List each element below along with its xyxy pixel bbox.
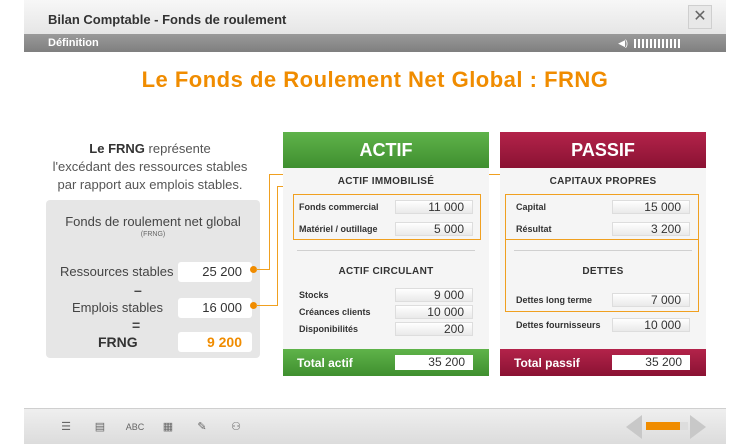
row-label: Stocks	[299, 290, 329, 300]
connector-line	[277, 186, 278, 306]
row-label: Créances clients	[299, 307, 371, 317]
table-row: Stocks 9 000	[283, 288, 489, 304]
volume-bar[interactable]	[674, 39, 676, 48]
user-icon[interactable]: ⚇	[228, 419, 244, 435]
frng-calculation-box: Fonds de roulement net global (FRNG) Res…	[46, 200, 260, 358]
definition-line2: l'excédant des ressources stables	[52, 159, 248, 174]
app-title: Bilan Comptable - Fonds de roulement	[48, 12, 287, 27]
actif-total-value: 35 200	[395, 355, 473, 370]
actif-header: ACTIF	[283, 132, 489, 168]
page-title: Le Fonds de Roulement Net Global : FRNG	[141, 67, 609, 92]
volume-bar[interactable]	[654, 39, 656, 48]
close-button[interactable]: ✕	[688, 5, 712, 29]
definition-text: Le FRNG représente l'excédant des ressou…	[34, 140, 266, 194]
table-row: Créances clients 10 000	[283, 305, 489, 321]
volume-bar[interactable]	[638, 39, 640, 48]
dettes-long-terme-highlight	[505, 240, 699, 312]
definition-line1: représente	[144, 141, 211, 156]
actif-immobilise-title: ACTIF IMMOBILISÉ	[337, 176, 435, 187]
table-row: Disponibilités 200	[283, 322, 489, 338]
table-row: Dettes fournisseurs 10 000	[500, 318, 706, 334]
section-label: Définition	[48, 37, 99, 49]
ressources-label: Ressources stables	[60, 264, 174, 279]
slide-content: Le Fonds de Roulement Net Global : FRNG …	[24, 52, 726, 408]
volume-bar[interactable]	[666, 39, 668, 48]
frng-heading: Fonds de roulement net global	[65, 214, 241, 229]
volume-bar[interactable]	[658, 39, 660, 48]
row-label: Disponibilités	[299, 324, 359, 334]
equals-sign: =	[132, 317, 141, 333]
capitaux-highlight	[505, 194, 699, 240]
volume-bar[interactable]	[650, 39, 652, 48]
row-value: 9 000	[395, 288, 473, 302]
immobilise-highlight	[293, 194, 481, 240]
progress-bar	[646, 422, 688, 430]
title-bar: Bilan Comptable - Fonds de roulement ✕	[24, 0, 726, 34]
bottom-toolbar: ☰ ▤ ABC ▦ ✎ ⚇	[24, 408, 726, 444]
definition-bold: Le FRNG	[89, 141, 145, 156]
volume-control[interactable]: ◀)	[618, 38, 680, 49]
list-icon[interactable]: ☰	[58, 419, 74, 435]
actif-circulant-title: ACTIF CIRCULANT	[338, 266, 434, 277]
actif-panel: ACTIF ACTIF IMMOBILISÉ Fonds commercial …	[283, 132, 489, 376]
ressources-value: 25 200	[178, 262, 252, 282]
frng-subheading: (FRNG)	[140, 231, 166, 238]
connector-line	[269, 174, 270, 270]
capitaux-propres-title: CAPITAUX PROPRES	[549, 176, 657, 187]
actif-total-bar: Total actif 35 200	[283, 349, 489, 376]
row-value: 10 000	[612, 318, 690, 332]
volume-bar[interactable]	[670, 39, 672, 48]
connector-line	[256, 305, 278, 306]
volume-bar[interactable]	[642, 39, 644, 48]
volume-bar[interactable]	[662, 39, 664, 48]
actif-total-label: Total actif	[297, 356, 353, 370]
emplois-value: 16 000	[178, 298, 252, 318]
frng-result-label: FRNG	[98, 334, 138, 350]
row-value: 10 000	[395, 305, 473, 319]
row-label: Dettes fournisseurs	[516, 320, 601, 330]
minus-sign: –	[134, 282, 142, 298]
speaker-icon[interactable]: ◀)	[618, 38, 628, 49]
passif-header: PASSIF	[500, 132, 706, 168]
edit-icon[interactable]: ✎	[194, 419, 210, 435]
section-bar: Définition ◀)	[24, 34, 726, 52]
volume-bar[interactable]	[634, 39, 636, 48]
abc-icon[interactable]: ABC	[124, 419, 146, 435]
volume-bar[interactable]	[678, 39, 680, 48]
previous-button[interactable]	[626, 415, 642, 439]
passif-total-value: 35 200	[612, 355, 690, 370]
volume-bar[interactable]	[646, 39, 648, 48]
passif-total-label: Total passif	[514, 356, 580, 370]
passif-total-bar: Total passif 35 200	[500, 349, 706, 376]
close-icon: ✕	[693, 8, 707, 25]
next-button[interactable]	[690, 415, 706, 439]
frng-result-value: 9 200	[178, 332, 252, 352]
calculator-icon[interactable]: ▦	[160, 419, 176, 435]
emplois-label: Emplois stables	[72, 300, 164, 315]
divider	[297, 250, 475, 251]
connector-line	[256, 269, 270, 270]
course-window: Bilan Comptable - Fonds de roulement ✕ D…	[24, 0, 726, 444]
row-value: 200	[395, 322, 473, 336]
document-icon[interactable]: ▤	[92, 419, 108, 435]
progress-fill	[646, 422, 680, 430]
definition-line3: par rapport aux emplois stables.	[57, 177, 243, 192]
